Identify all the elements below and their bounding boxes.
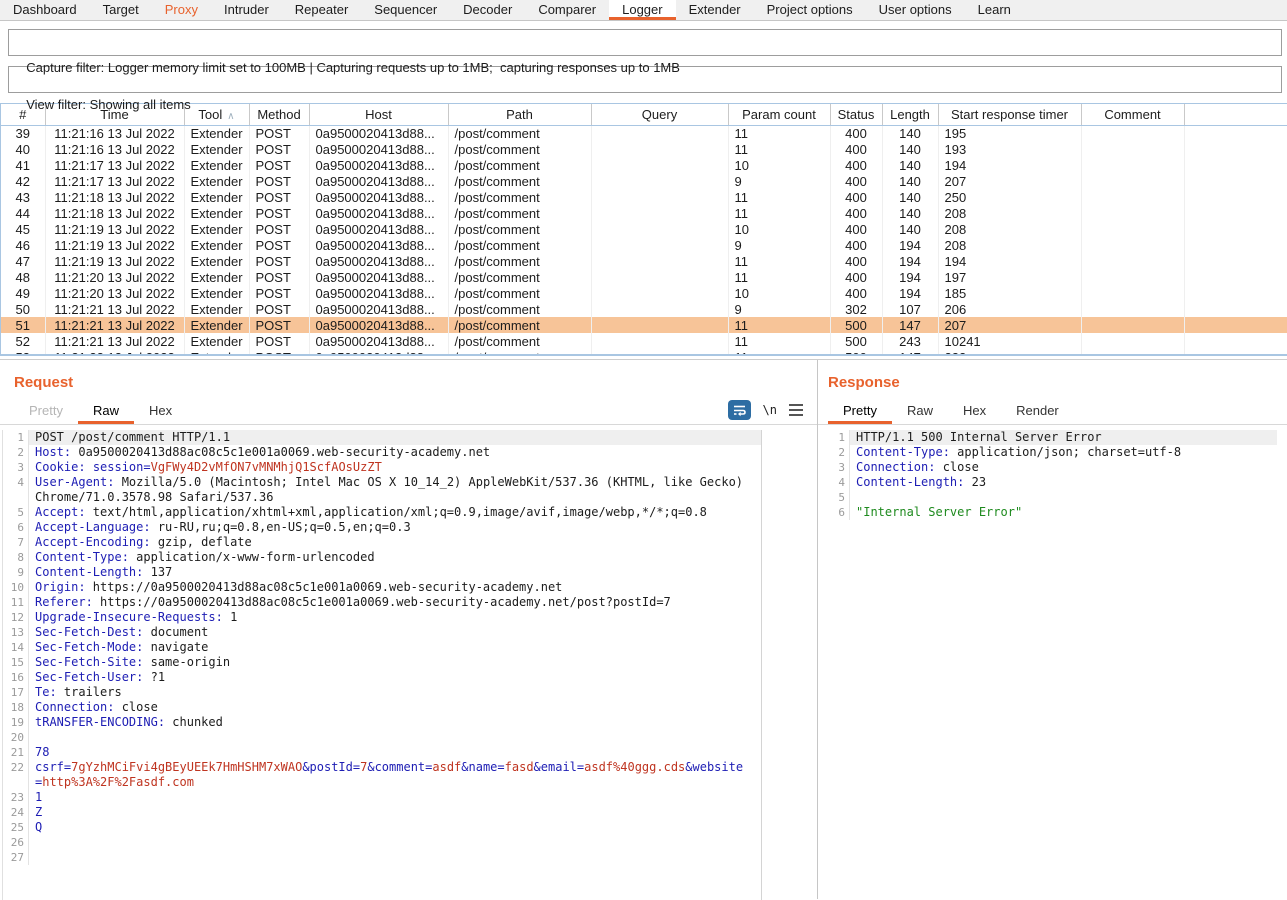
editor-line: 2178: [3, 745, 761, 760]
column-header-start-response-timer[interactable]: Start response timer: [938, 104, 1081, 125]
editor-line: 27: [3, 850, 761, 865]
menu-tab-repeater[interactable]: Repeater: [282, 0, 361, 20]
editor-line: 6"Internal Server Error": [824, 505, 1277, 520]
table-row[interactable]: 4111:21:17 13 Jul 2022ExtenderPOST0a9500…: [1, 157, 1287, 173]
tab-render[interactable]: Render: [1001, 399, 1074, 424]
menu-tab-logger[interactable]: Logger: [609, 0, 675, 20]
menu-tab-intruder[interactable]: Intruder: [211, 0, 282, 20]
column-header-length[interactable]: Length: [882, 104, 938, 125]
editor-line: 17Te: trailers: [3, 685, 761, 700]
editor-menu-icon[interactable]: [789, 401, 803, 419]
pretty-print-toggle-button[interactable]: [728, 400, 751, 420]
editor-line: 6Accept-Language: ru-RU,ru;q=0.8,en-US;q…: [3, 520, 761, 535]
editor-line: 231: [3, 790, 761, 805]
table-row[interactable]: 4711:21:19 13 Jul 2022ExtenderPOST0a9500…: [1, 253, 1287, 269]
table-row[interactable]: 5011:21:21 13 Jul 2022ExtenderPOST0a9500…: [1, 301, 1287, 317]
menu-tab-user-options[interactable]: User options: [866, 0, 965, 20]
menu-tab-target[interactable]: Target: [90, 0, 152, 20]
logger-table: #TimeTool∧MethodHostPathQueryParam count…: [0, 103, 1287, 356]
editor-line: 3Connection: close: [824, 460, 1277, 475]
editor-line: 9Content-Length: 137: [3, 565, 761, 580]
column-header-method[interactable]: Method: [249, 104, 309, 125]
editor-line: 4Content-Length: 23: [824, 475, 1277, 490]
top-menu-bar: DashboardTargetProxyIntruderRepeaterSequ…: [0, 0, 1287, 21]
menu-tab-dashboard[interactable]: Dashboard: [0, 0, 90, 20]
table-row[interactable]: 4211:21:17 13 Jul 2022ExtenderPOST0a9500…: [1, 173, 1287, 189]
editor-line: 20: [3, 730, 761, 745]
tab-pretty[interactable]: Pretty: [14, 399, 78, 424]
table-row[interactable]: 4911:21:20 13 Jul 2022ExtenderPOST0a9500…: [1, 285, 1287, 301]
table-row[interactable]: 5111:21:21 13 Jul 2022ExtenderPOST0a9500…: [1, 317, 1287, 333]
editor-line: 19tRANSFER-ENCODING: chunked: [3, 715, 761, 730]
column-header-status[interactable]: Status: [830, 104, 882, 125]
response-panel: Response PrettyRawHexRender 1HTTP/1.1 50…: [818, 360, 1287, 899]
table-row[interactable]: 4011:21:16 13 Jul 2022ExtenderPOST0a9500…: [1, 141, 1287, 157]
editor-line: 14Sec-Fetch-Mode: navigate: [3, 640, 761, 655]
menu-tab-learn[interactable]: Learn: [965, 0, 1024, 20]
editor-line: 8Content-Type: application/x-www-form-ur…: [3, 550, 761, 565]
table-header-row: #TimeTool∧MethodHostPathQueryParam count…: [1, 104, 1287, 125]
capture-filter-bar[interactable]: Capture filter: Logger memory limit set …: [8, 29, 1282, 56]
request-title: Request: [14, 374, 817, 391]
editor-line: 5: [824, 490, 1277, 505]
table-row[interactable]: 4411:21:18 13 Jul 2022ExtenderPOST0a9500…: [1, 205, 1287, 221]
editor-line: 7Accept-Encoding: gzip, deflate: [3, 535, 761, 550]
table-row[interactable]: 5211:21:21 13 Jul 2022ExtenderPOST0a9500…: [1, 333, 1287, 349]
editor-line: 5Accept: text/html,application/xhtml+xml…: [3, 505, 761, 520]
editor-line: 1POST /post/comment HTTP/1.1: [3, 430, 761, 445]
menu-tab-proxy[interactable]: Proxy: [152, 0, 211, 20]
request-editor[interactable]: 1POST /post/comment HTTP/1.12Host: 0a950…: [2, 430, 762, 900]
sort-ascending-icon: ∧: [227, 111, 234, 122]
word-wrap-icon: [732, 404, 747, 417]
editor-line: 12Upgrade-Insecure-Requests: 1: [3, 610, 761, 625]
capture-filter-text: Capture filter: Logger memory limit set …: [26, 60, 680, 75]
editor-line: 4User-Agent: Mozilla/5.0 (Macintosh; Int…: [3, 475, 761, 505]
column-header-query[interactable]: Query: [591, 104, 728, 125]
tab-raw[interactable]: Raw: [78, 399, 134, 424]
column-header-path[interactable]: Path: [448, 104, 591, 125]
table-row[interactable]: 5311:21:22 13 Jul 2022ExtenderPOST0a9500…: [1, 349, 1287, 356]
editor-line: 15Sec-Fetch-Site: same-origin: [3, 655, 761, 670]
editor-line: 24Z: [3, 805, 761, 820]
editor-line: 22csrf=7gYzhMCiFvi4gBEyUEEk7HmHSHM7xWAO&…: [3, 760, 761, 790]
editor-line: 25Q: [3, 820, 761, 835]
table-row[interactable]: 3911:21:16 13 Jul 2022ExtenderPOST0a9500…: [1, 125, 1287, 141]
table-row[interactable]: 4511:21:19 13 Jul 2022ExtenderPOST0a9500…: [1, 221, 1287, 237]
menu-tab-comparer[interactable]: Comparer: [525, 0, 609, 20]
request-panel: Request PrettyRawHex \n 1POST /post/comm…: [0, 360, 818, 899]
response-editor[interactable]: 1HTTP/1.1 500 Internal Server Error2Cont…: [824, 430, 1277, 900]
menu-tab-project-options[interactable]: Project options: [754, 0, 866, 20]
table-row[interactable]: 4811:21:20 13 Jul 2022ExtenderPOST0a9500…: [1, 269, 1287, 285]
column-header-host[interactable]: Host: [309, 104, 448, 125]
newline-toggle-button[interactable]: \n: [763, 403, 777, 417]
table-row[interactable]: 4611:21:19 13 Jul 2022ExtenderPOST0a9500…: [1, 237, 1287, 253]
menu-tab-decoder[interactable]: Decoder: [450, 0, 525, 20]
menu-tab-extender[interactable]: Extender: [676, 0, 754, 20]
editor-line: 1HTTP/1.1 500 Internal Server Error: [824, 430, 1277, 445]
tab-pretty[interactable]: Pretty: [828, 399, 892, 424]
editor-line: 10Origin: https://0a9500020413d88ac08c5c…: [3, 580, 761, 595]
column-header-comment[interactable]: Comment: [1081, 104, 1184, 125]
column-header-tool[interactable]: Tool∧: [184, 104, 249, 125]
tab-hex[interactable]: Hex: [948, 399, 1001, 424]
editor-line: 13Sec-Fetch-Dest: document: [3, 625, 761, 640]
tab-raw[interactable]: Raw: [892, 399, 948, 424]
table-row[interactable]: 4311:21:18 13 Jul 2022ExtenderPOST0a9500…: [1, 189, 1287, 205]
request-tabs: PrettyRawHex \n: [0, 399, 817, 425]
column-header-param-count[interactable]: Param count: [728, 104, 830, 125]
editor-line: 11Referer: https://0a9500020413d88ac08c5…: [3, 595, 761, 610]
editor-line: 3Cookie: session=VgFWy4D2vMfON7vMNMhjQ1S…: [3, 460, 761, 475]
editor-line: 2Content-Type: application/json; charset…: [824, 445, 1277, 460]
response-title: Response: [828, 374, 1287, 391]
tab-hex[interactable]: Hex: [134, 399, 187, 424]
editor-line: 16Sec-Fetch-User: ?1: [3, 670, 761, 685]
response-tabs: PrettyRawHexRender: [818, 399, 1287, 425]
menu-tab-sequencer[interactable]: Sequencer: [361, 0, 450, 20]
editor-line: 18Connection: close: [3, 700, 761, 715]
editor-line: 2Host: 0a9500020413d88ac08c5c1e001a0069.…: [3, 445, 761, 460]
editor-line: 26: [3, 835, 761, 850]
